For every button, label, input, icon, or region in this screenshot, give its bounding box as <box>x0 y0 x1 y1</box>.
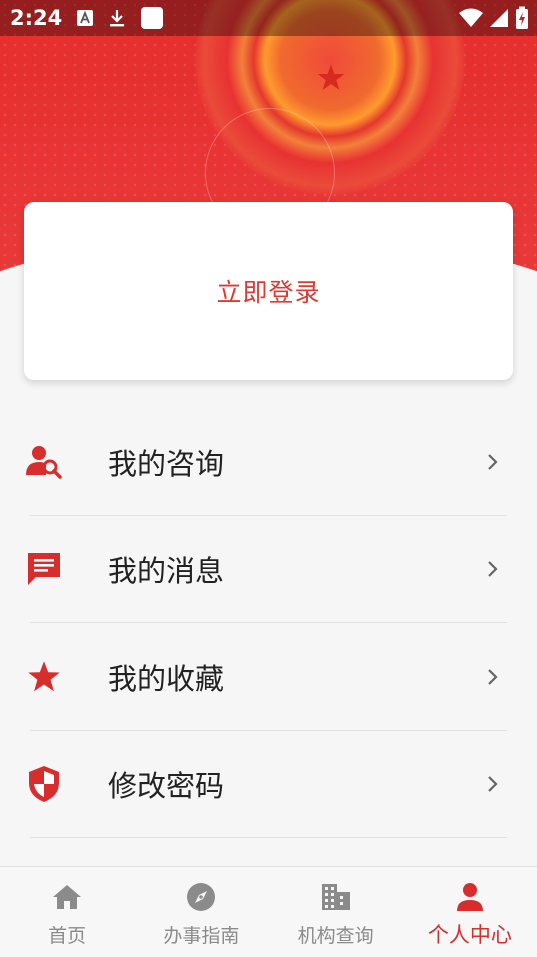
tab-institution-search[interactable]: 机构查询 <box>269 867 403 957</box>
chevron-right-icon <box>488 776 498 793</box>
tab-label: 首页 <box>48 925 87 947</box>
divider <box>30 837 507 838</box>
user-search-icon <box>26 444 62 480</box>
status-bar: 2:24 <box>0 0 537 36</box>
bottom-navigation: 首页 办事指南 机构查询 个人中心 <box>0 866 537 957</box>
profile-menu: 我的咨询 我的消息 我的收藏 修改密码 <box>0 408 537 838</box>
menu-item-label: 我的消息 <box>108 554 225 589</box>
a-notification-icon <box>77 10 94 26</box>
app-notification-icon <box>141 7 164 29</box>
menu-item-consultation[interactable]: 我的咨询 <box>0 408 537 516</box>
menu-item-label: 我的咨询 <box>108 446 225 481</box>
compass-icon <box>187 883 216 911</box>
login-card[interactable]: 立即登录 <box>24 202 513 380</box>
signal-icon <box>490 9 508 27</box>
message-icon <box>26 551 62 587</box>
menu-item-label: 修改密码 <box>108 769 225 804</box>
star-emblem-icon <box>317 64 345 90</box>
login-button-label: 立即登录 <box>216 278 321 307</box>
chevron-right-icon <box>488 453 498 470</box>
menu-item-change-password[interactable]: 修改密码 <box>0 731 537 838</box>
chevron-right-icon <box>488 668 498 685</box>
status-time: 2:24 <box>10 6 63 30</box>
menu-item-label: 我的收藏 <box>108 661 225 696</box>
tab-home[interactable]: 首页 <box>0 867 134 957</box>
tab-personal-center[interactable]: 个人中心 <box>403 867 537 957</box>
tab-label: 个人中心 <box>427 923 512 947</box>
download-icon <box>110 10 125 27</box>
shield-icon <box>26 766 62 803</box>
person-icon <box>456 883 483 911</box>
star-icon <box>26 659 62 695</box>
tab-guide[interactable]: 办事指南 <box>134 867 268 957</box>
tab-label: 办事指南 <box>163 925 240 947</box>
menu-item-favorites[interactable]: 我的收藏 <box>0 623 537 731</box>
building-icon <box>321 884 350 910</box>
battery-icon <box>516 6 528 29</box>
menu-item-messages[interactable]: 我的消息 <box>0 516 537 623</box>
tab-label: 机构查询 <box>297 925 374 947</box>
chevron-right-icon <box>488 561 498 578</box>
wifi-icon <box>459 8 483 27</box>
home-icon <box>53 885 82 909</box>
